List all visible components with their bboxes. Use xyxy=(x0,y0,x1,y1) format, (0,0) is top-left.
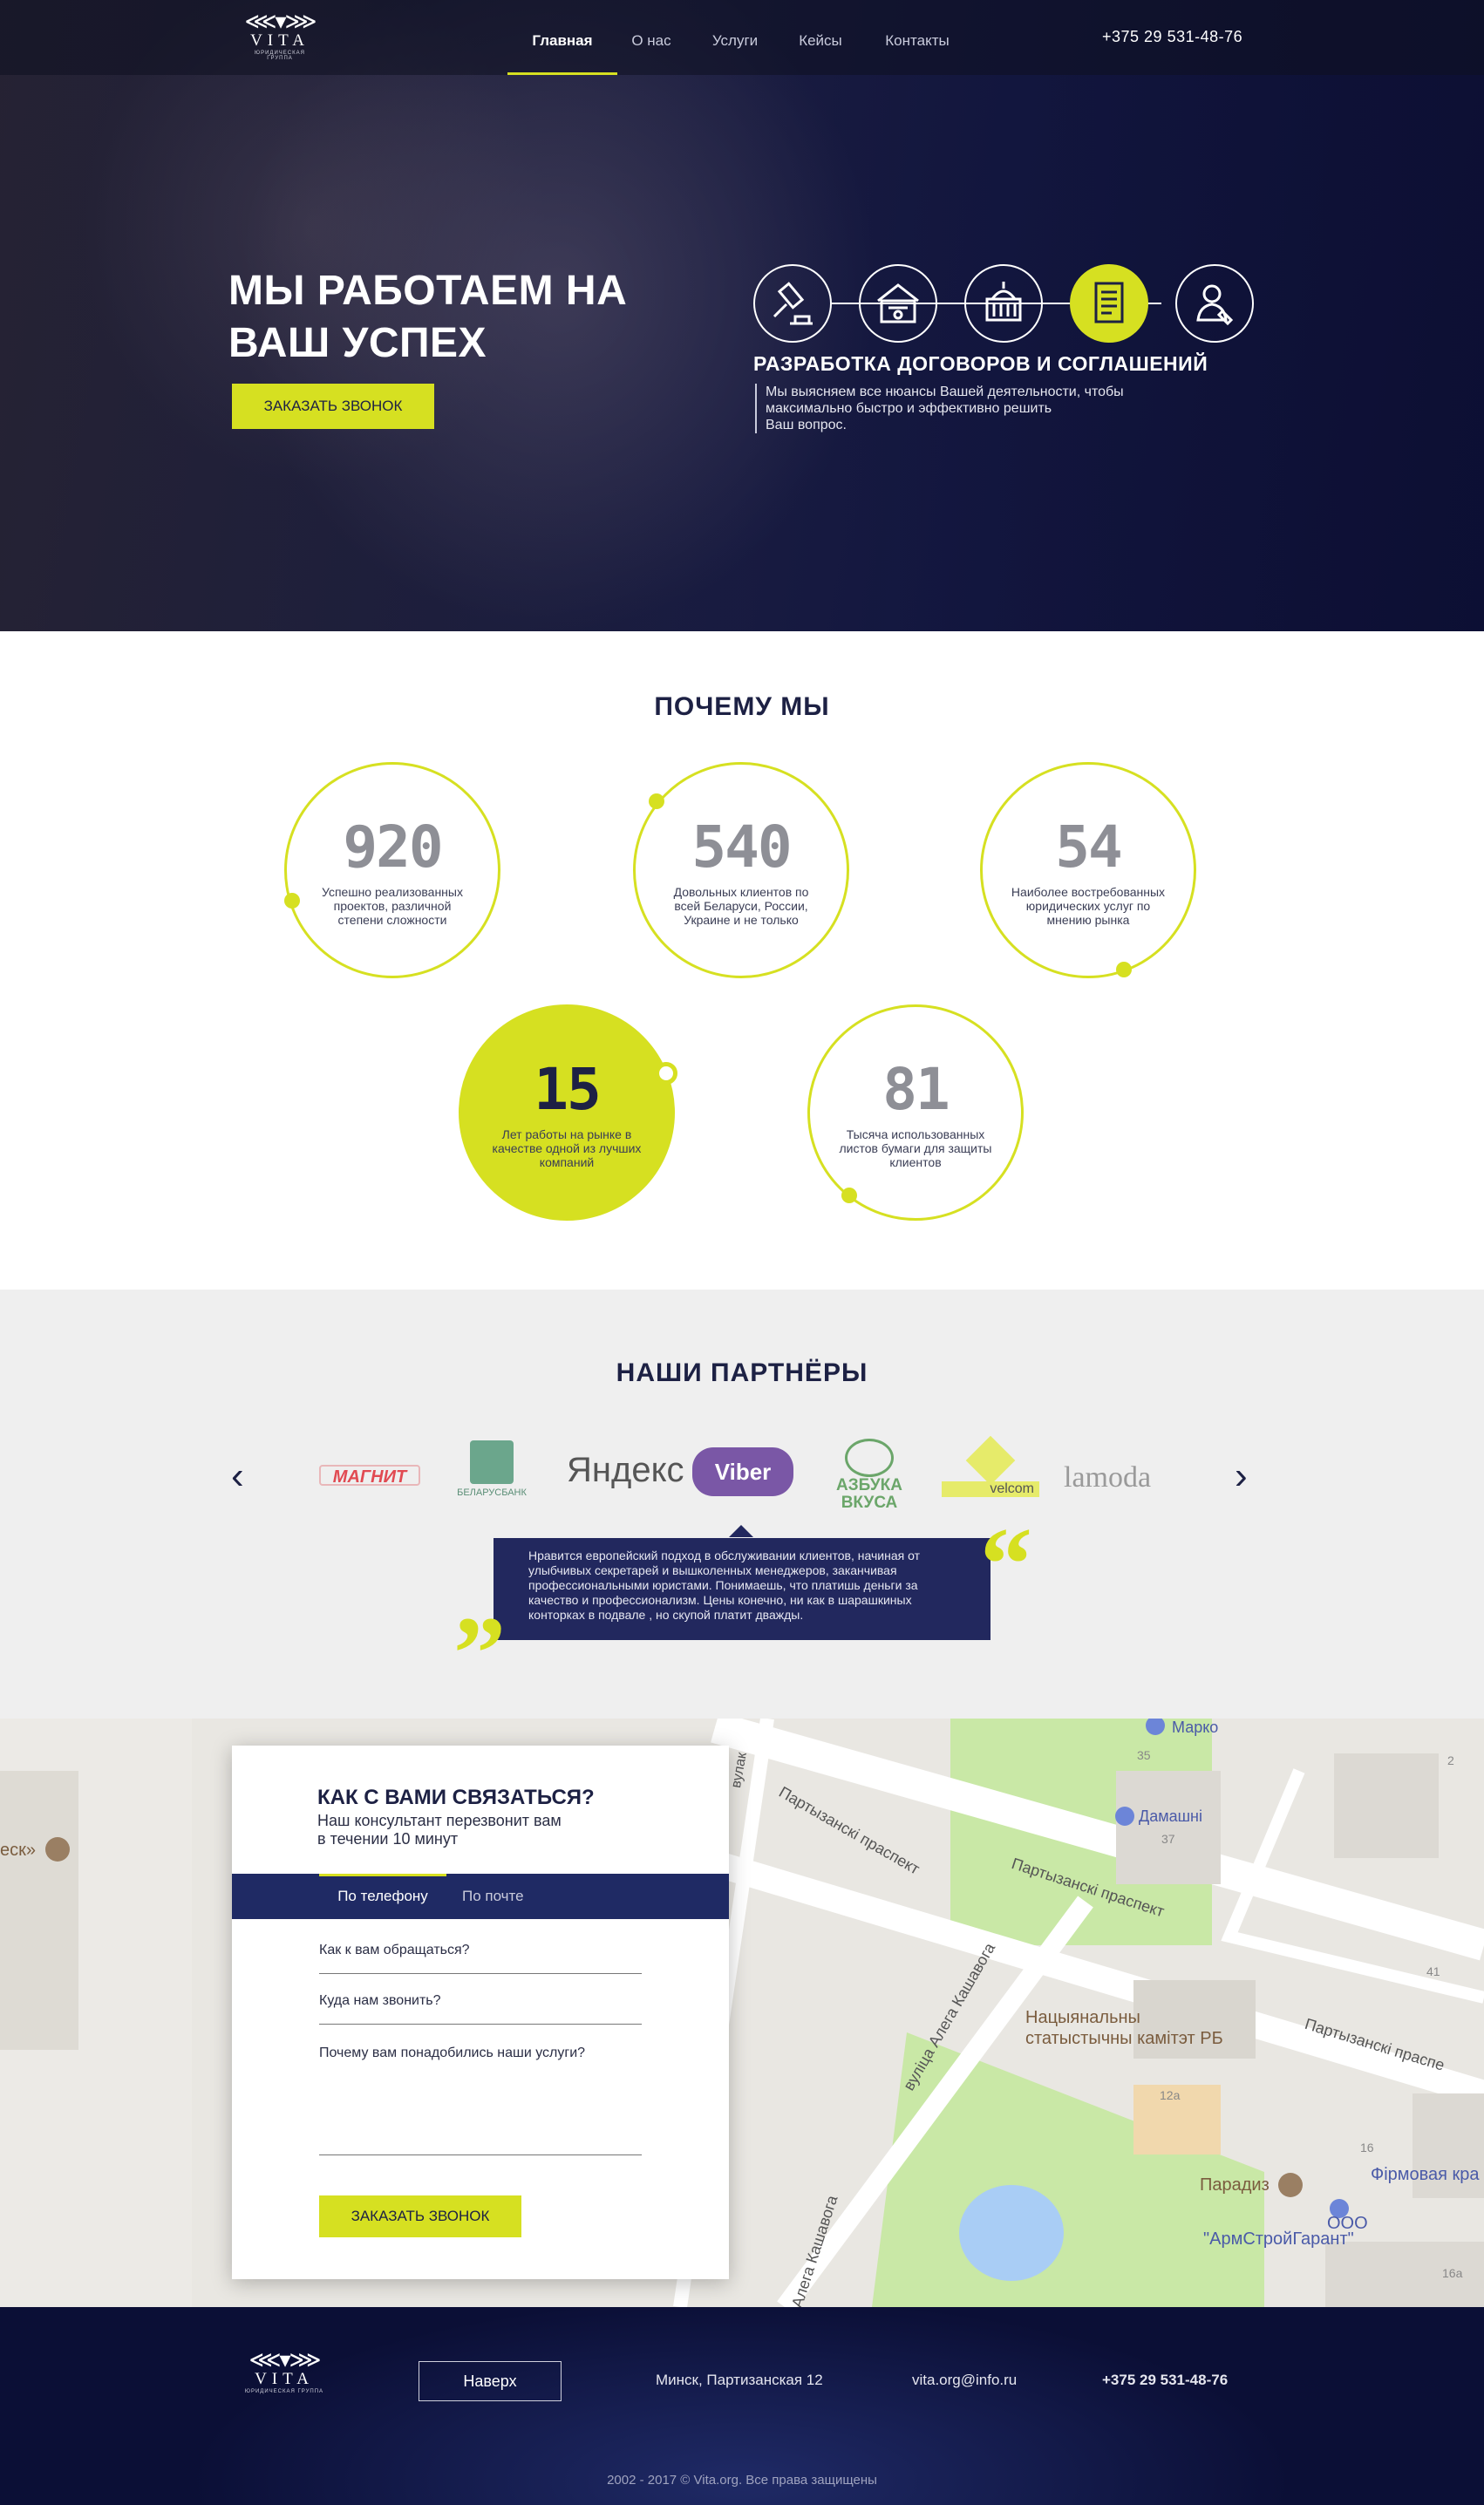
service-contracts[interactable] xyxy=(1070,264,1148,343)
quote-pointer xyxy=(729,1525,753,1537)
stat-number: 54 xyxy=(1055,813,1122,881)
service-lawyer[interactable] xyxy=(1175,264,1254,343)
nav-item-about[interactable]: О нас xyxy=(621,0,682,75)
stat-circle-paper: 81 Тысяча использованных листов бумаги д… xyxy=(807,1004,1024,1221)
contact-tabs: По телефону По почте xyxy=(232,1874,729,1919)
stat-dot xyxy=(649,793,664,809)
service-court[interactable] xyxy=(859,264,937,343)
contact-form-card: КАК С ВАМИ СВЯЗАТЬСЯ? Наш консультант пе… xyxy=(232,1746,729,2279)
partner-logo-lamoda[interactable]: lamoda xyxy=(1064,1461,1151,1494)
wings-icon: ⋘▾⋙ xyxy=(244,8,317,34)
contact-title: КАК С ВАМИ СВЯЗАТЬСЯ? xyxy=(317,1786,595,1809)
stat-dot xyxy=(1116,962,1132,977)
stat-text: Довольных клиентов по всей Беларуси, Рос… xyxy=(673,885,809,927)
tab-email[interactable]: По почте xyxy=(462,1874,541,1919)
reason-field[interactable]: Почему вам понадобились наши услуги? xyxy=(319,2046,642,2155)
partners-title: НАШИ ПАРТНЁРЫ xyxy=(616,1358,868,1387)
contact-subtitle: Наш консультант перезвонит вам в течении… xyxy=(317,1812,562,1848)
stat-dot xyxy=(655,1062,677,1085)
stat-text: Тысяча использованных листов бумаги для … xyxy=(839,1127,992,1169)
partner-logo-azbuka[interactable]: АЗБУКА ВКУСА xyxy=(823,1439,916,1512)
submit-call-button[interactable]: ЗАКАЗАТЬ ЗВОНОК xyxy=(319,2195,521,2237)
court-building-icon xyxy=(877,283,919,323)
stat-number: 15 xyxy=(534,1056,601,1123)
lawyer-icon xyxy=(1196,284,1234,326)
name-field[interactable]: Как к вам обращаться? xyxy=(319,1943,642,1974)
stat-text: Наиболее востребованных юридических услу… xyxy=(1011,885,1166,927)
testimonial-quote: Нравится европейский подход в обслуживан… xyxy=(494,1538,990,1640)
service-gavel[interactable] xyxy=(753,264,832,343)
open-quote-icon: “ xyxy=(980,1506,1032,1622)
order-call-button[interactable]: ЗАКАЗАТЬ ЗВОНОК xyxy=(232,384,434,429)
why-us-title: ПОЧЕМУ МЫ xyxy=(654,692,830,721)
wings-icon: ⋘▾⋙ xyxy=(248,2346,321,2372)
partners-prev-arrow[interactable]: ‹ xyxy=(231,1454,244,1498)
footer-phone[interactable]: +375 29 531-48-76 xyxy=(1102,2372,1228,2389)
nav-item-contacts[interactable]: Контакты xyxy=(872,0,963,75)
azbuka-icon xyxy=(845,1439,894,1477)
partner-logo-yandex[interactable]: Яндекс xyxy=(567,1451,684,1490)
phone-field[interactable]: Куда нам звонить? xyxy=(319,1993,642,2025)
nav-item-cases[interactable]: Кейсы xyxy=(790,0,851,75)
nav-item-services[interactable]: Услуги xyxy=(698,0,773,75)
belarusbank-icon xyxy=(470,1440,514,1484)
tab-phone[interactable]: По телефону xyxy=(319,1874,446,1919)
partner-logo-magnit[interactable]: МАГНИТ xyxy=(319,1465,420,1487)
footer-email[interactable]: vita.org@info.ru xyxy=(912,2372,1017,2389)
hero-title: МЫ РАБОТАЕМ НА ВАШ УСПЕХ xyxy=(228,268,628,366)
brand-tagline: ЮРИДИЧЕСКАЯ ГРУППА xyxy=(255,51,305,61)
back-to-top-button[interactable]: Наверх xyxy=(419,2361,562,2401)
stat-text: Успешно реализованных проектов, различно… xyxy=(322,885,463,927)
location-map[interactable]: Марко Дамашні Партызанскі праспект Парты… xyxy=(0,1719,1484,2307)
stat-text: Лет работы на рынке в качестве одной из … xyxy=(492,1127,642,1169)
stat-circle-years: 15 Лет работы на рынке в качестве одной … xyxy=(459,1004,675,1221)
government-building-icon xyxy=(985,282,1022,322)
partner-logo-viber[interactable]: Viber xyxy=(692,1447,793,1496)
service-description: Мы выясняем все нюансы Вашей деятельност… xyxy=(755,384,1156,433)
partners-section xyxy=(0,1290,1484,1719)
stat-dot xyxy=(841,1188,857,1203)
stat-dot xyxy=(284,893,300,909)
stat-number: 540 xyxy=(691,813,792,881)
nav-item-home[interactable]: Главная xyxy=(507,0,617,75)
stat-number: 920 xyxy=(343,813,443,881)
stat-circle-clients: 540 Довольных клиентов по всей Беларуси,… xyxy=(633,762,849,978)
footer-logo[interactable]: ⋘▾⋙ VITA ЮРИДИЧЕСКАЯ ГРУППА xyxy=(241,2346,328,2394)
stat-circle-services: 54 Наиболее востребованных юридических у… xyxy=(980,762,1196,978)
stat-number: 81 xyxy=(882,1056,950,1123)
hero-section xyxy=(0,0,1484,631)
brand-logo[interactable]: ⋘▾⋙ VITA ЮРИДИЧЕСКАЯ ГРУППА xyxy=(244,8,317,61)
gavel-icon xyxy=(773,282,813,325)
service-title: РАЗРАБОТКА ДОГОВОРОВ И СОГЛАШЕНИЙ xyxy=(753,352,1208,375)
header-phone[interactable]: +375 29 531-48-76 xyxy=(1102,28,1242,46)
footer-address: Минск, Партизанская 12 xyxy=(656,2372,823,2388)
map-graphics xyxy=(0,1719,1484,2307)
partner-logo-belarusbank[interactable]: БЕЛАРУСБАНК xyxy=(450,1440,534,1498)
document-icon xyxy=(1094,282,1124,323)
copyright: 2002 - 2017 © Vita.org. Все права защище… xyxy=(607,2473,877,2488)
close-quote-icon: ” xyxy=(453,1595,506,1711)
partner-logo-velcom[interactable]: velcom xyxy=(942,1435,1039,1497)
stat-circle-projects: 920 Успешно реализованных проектов, разл… xyxy=(284,762,500,978)
velcom-icon xyxy=(965,1435,1016,1486)
brand-name: VITA xyxy=(250,31,310,50)
partners-next-arrow[interactable]: › xyxy=(1235,1454,1248,1498)
service-government[interactable] xyxy=(964,264,1043,343)
